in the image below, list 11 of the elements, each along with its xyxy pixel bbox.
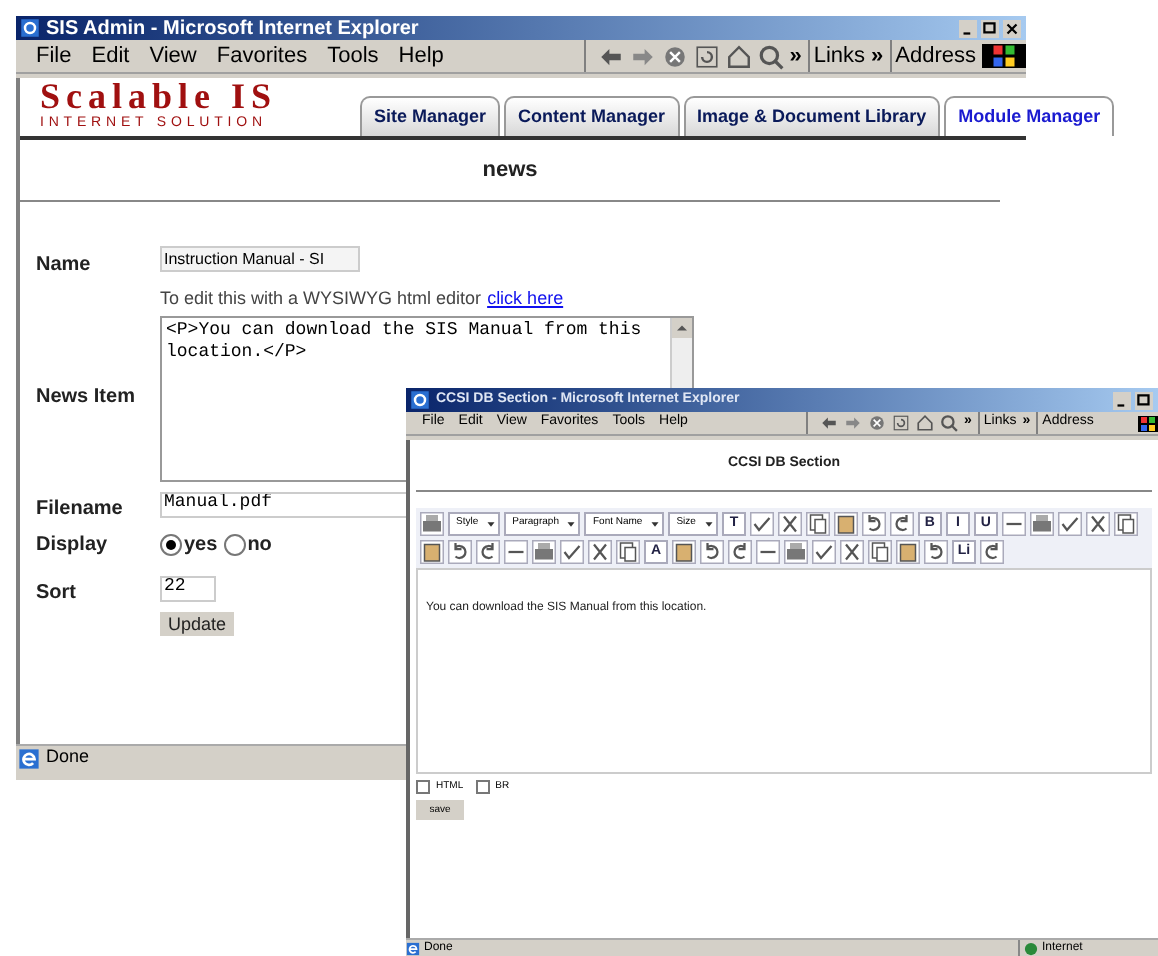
field-label: Filename — [36, 495, 125, 523]
logo-title: Scalable IS — [40, 80, 278, 114]
status-text: Done — [46, 744, 90, 771]
field-label: Sort — [36, 579, 78, 607]
editor-hint: To edit this with a WYSIWYG html editor — [160, 286, 482, 312]
news-item-text: <P>You can download the SIS Manual from this location.</P> — [164, 317, 644, 363]
page-heading: news — [482, 155, 538, 186]
window-title: SIS Admin - Microsoft Internet Explorer — [46, 15, 421, 43]
field-label: Display — [36, 531, 110, 559]
field-label: Name — [36, 252, 93, 280]
field-label: News Item — [36, 384, 137, 412]
